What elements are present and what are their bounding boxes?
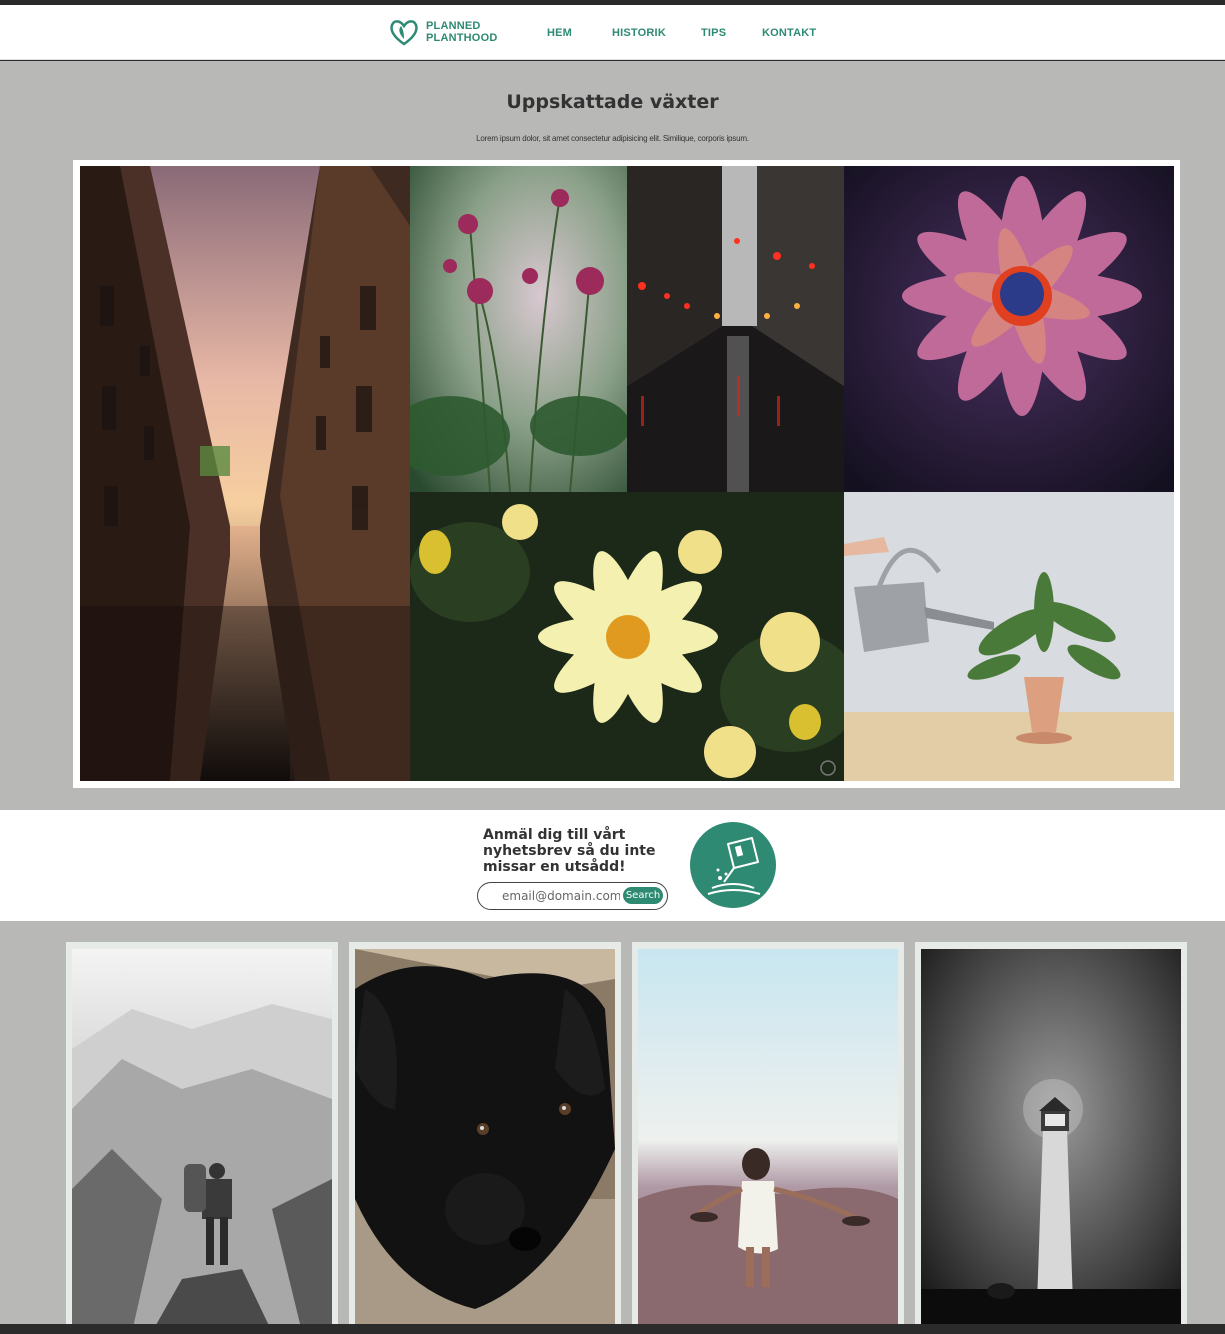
photo-cards-section <box>0 921 1225 1332</box>
card-image-lighthouse <box>921 949 1181 1332</box>
gallery-photo-yellow-dahlia[interactable] <box>410 492 844 781</box>
card-image-black-puppy <box>355 949 615 1332</box>
card-image-beach-woman <box>638 949 898 1332</box>
photo-card-beach-woman[interactable] <box>632 942 904 1332</box>
gallery-photo-purple-daisy[interactable] <box>844 166 1174 492</box>
featured-plants-section: Uppskattade växter Lorem ipsum dolor, si… <box>0 61 1225 810</box>
section-title: Uppskattade växter <box>506 91 719 113</box>
gallery-photo-venice-canal[interactable] <box>80 166 410 781</box>
photo-card-hiker[interactable] <box>66 942 338 1332</box>
email-input[interactable] <box>502 888 620 904</box>
newsletter-text: Anmäl dig till vårt nyhetsbrev så du int… <box>483 827 656 875</box>
main-nav: HEM HISTORIK TIPS KONTAKT <box>0 27 1225 43</box>
search-button[interactable]: Search <box>623 887 663 904</box>
site-header: PLANNED PLANTHOOD HEM HISTORIK TIPS KONT… <box>0 5 1225 60</box>
nav-item-kontakt[interactable]: KONTAKT <box>762 27 816 39</box>
photo-card-lighthouse[interactable] <box>915 942 1187 1332</box>
gallery-photo-columbine[interactable] <box>410 166 627 492</box>
gallery-photo-watering-can[interactable] <box>844 492 1174 781</box>
section-subtitle: Lorem ipsum dolor, sit amet consectetur … <box>476 134 749 143</box>
newsletter-form: Search <box>477 882 668 910</box>
newsletter-section: Anmäl dig till vårt nyhetsbrev så du int… <box>0 810 1225 921</box>
browser-bottom-edge <box>0 1324 1225 1334</box>
photo-gallery-frame <box>73 160 1180 788</box>
nav-item-historik[interactable]: HISTORIK <box>612 27 666 39</box>
nav-item-tips[interactable]: TIPS <box>701 27 726 39</box>
photo-gallery <box>80 166 1174 781</box>
card-image-hiker <box>72 949 332 1332</box>
nav-item-hem[interactable]: HEM <box>547 27 572 39</box>
gallery-photo-city-street[interactable] <box>627 166 844 492</box>
newsletter-badge <box>690 822 776 908</box>
seed-packet-icon <box>707 837 761 895</box>
photo-card-black-puppy[interactable] <box>349 942 621 1332</box>
